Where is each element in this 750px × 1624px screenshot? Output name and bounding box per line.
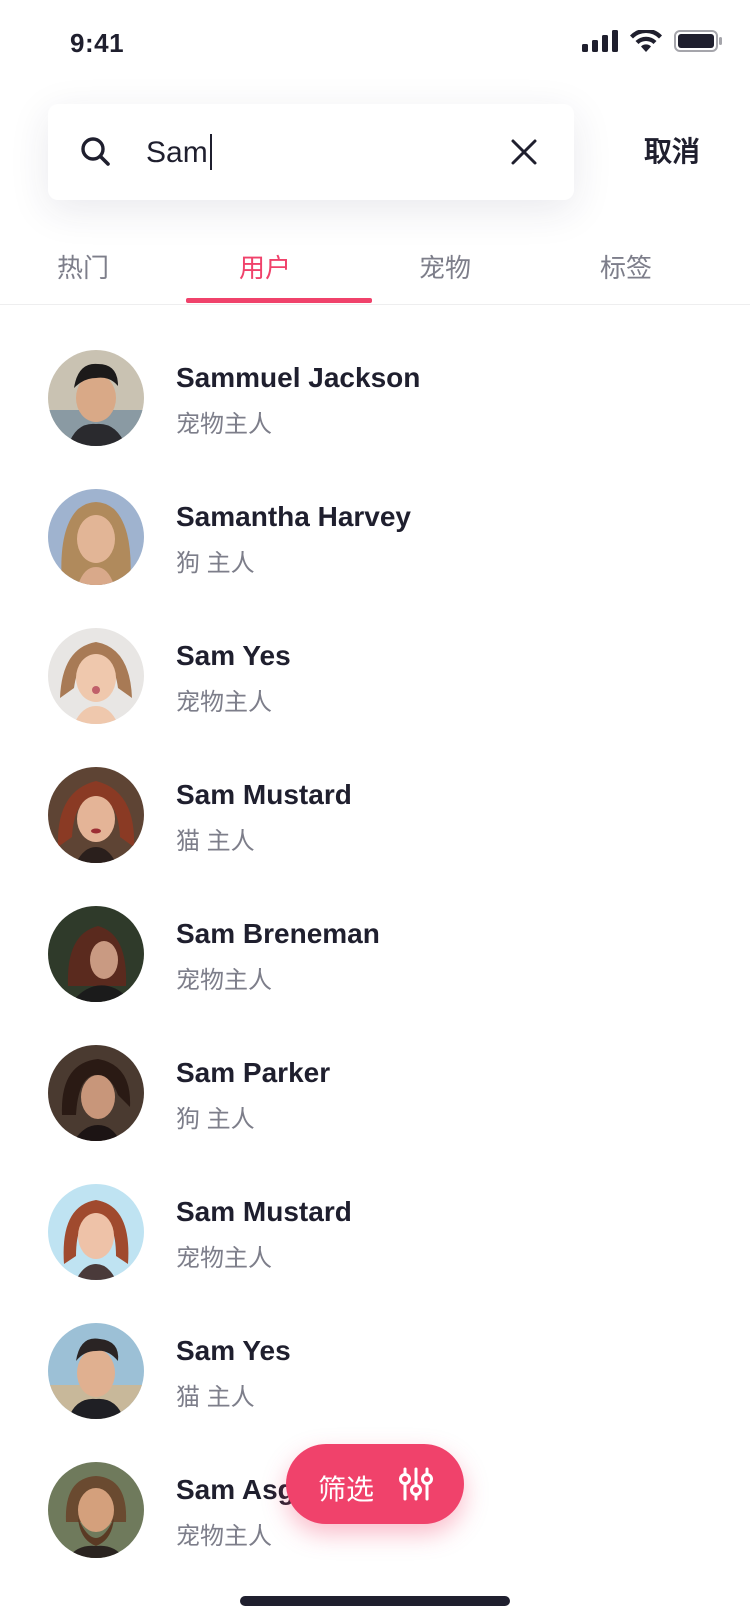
user-role: 猫 主人 bbox=[176, 1384, 255, 1411]
tab-tags[interactable]: 标签 bbox=[533, 248, 719, 285]
search-box[interactable] bbox=[48, 104, 574, 200]
avatar bbox=[48, 1184, 144, 1280]
user-role: 宠物主人 bbox=[176, 1245, 272, 1272]
cancel-button[interactable]: 取消 bbox=[644, 130, 700, 170]
avatar bbox=[48, 1323, 144, 1419]
avatar bbox=[48, 1462, 144, 1558]
home-indicator bbox=[240, 1596, 510, 1606]
list-item[interactable]: Sam Mustard 猫 主人 bbox=[48, 767, 708, 863]
user-name: Sam Parker bbox=[176, 1057, 331, 1088]
avatar bbox=[48, 1045, 144, 1141]
user-role: 宠物主人 bbox=[176, 967, 272, 994]
avatar bbox=[48, 350, 144, 446]
avatar bbox=[48, 767, 144, 863]
tab-hot[interactable]: 热门 bbox=[0, 248, 176, 285]
status-icons bbox=[582, 30, 722, 52]
search-input[interactable] bbox=[144, 130, 488, 176]
filter-button[interactable]: 筛选 bbox=[286, 1444, 464, 1524]
list-item[interactable]: Sammuel Jackson 宠物主人 bbox=[48, 350, 708, 446]
user-name: Sam Mustard bbox=[176, 1196, 352, 1227]
list-item[interactable]: Sam Parker 狗 主人 bbox=[48, 1045, 708, 1141]
avatar bbox=[48, 489, 144, 585]
user-name: Sam Mustard bbox=[176, 779, 352, 810]
list-item[interactable]: Samantha Harvey 狗 主人 bbox=[48, 489, 708, 585]
user-name: Sam Breneman bbox=[176, 918, 380, 949]
battery-icon bbox=[674, 30, 722, 52]
user-role: 宠物主人 bbox=[176, 411, 272, 438]
user-role: 猫 主人 bbox=[176, 828, 255, 855]
list-item[interactable]: Sam Yes 猫 主人 bbox=[48, 1323, 708, 1419]
avatar bbox=[48, 628, 144, 724]
user-name: Sam Yes bbox=[176, 1335, 291, 1366]
user-role: 宠物主人 bbox=[176, 1523, 272, 1550]
category-tabs: 热门 用户 宠物 标签 bbox=[0, 230, 750, 305]
search-icon bbox=[81, 137, 110, 166]
avatar bbox=[48, 906, 144, 1002]
status-time: 9:41 bbox=[70, 28, 125, 58]
list-item[interactable]: Sam Breneman 宠物主人 bbox=[48, 906, 708, 1002]
tab-pets[interactable]: 宠物 bbox=[352, 248, 538, 285]
clear-icon[interactable] bbox=[510, 138, 538, 166]
user-name: Sammuel Jackson bbox=[176, 362, 421, 393]
status-bar: 9:41 bbox=[0, 0, 750, 90]
cellular-signal-icon bbox=[582, 30, 618, 52]
user-name: Sam Yes bbox=[176, 640, 291, 671]
wifi-icon bbox=[630, 30, 662, 52]
user-role: 狗 主人 bbox=[176, 550, 255, 577]
text-caret bbox=[210, 134, 212, 170]
active-tab-indicator bbox=[186, 298, 372, 303]
user-name: Samantha Harvey bbox=[176, 501, 412, 532]
user-role: 宠物主人 bbox=[176, 689, 272, 716]
list-item[interactable]: Sam Yes 宠物主人 bbox=[48, 628, 708, 724]
tab-users[interactable]: 用户 bbox=[172, 248, 358, 285]
list-item[interactable]: Sam Mustard 宠物主人 bbox=[48, 1184, 708, 1280]
user-role: 狗 主人 bbox=[176, 1106, 255, 1133]
filter-label: 筛选 bbox=[318, 1474, 375, 1505]
sliders-icon bbox=[399, 1467, 433, 1501]
